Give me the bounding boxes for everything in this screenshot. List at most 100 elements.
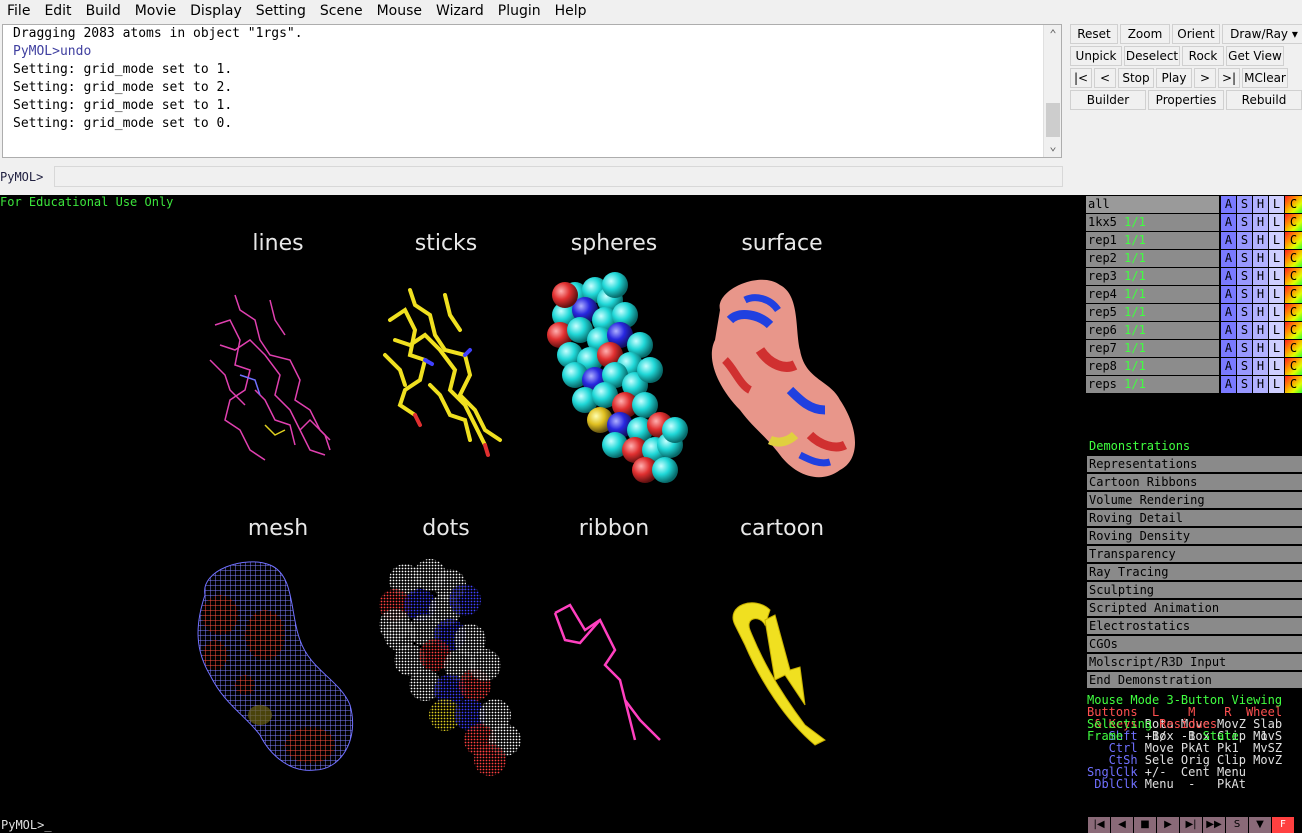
demo-item[interactable]: Molscript/R3D Input <box>1087 654 1302 670</box>
demo-item[interactable]: Roving Density <box>1087 528 1302 544</box>
command-input[interactable] <box>54 166 1063 187</box>
object-name[interactable]: rep8 1/1 <box>1086 358 1219 375</box>
object-h-button[interactable]: H <box>1253 322 1268 339</box>
object-c-button[interactable]: C <box>1285 214 1302 231</box>
menu-display[interactable]: Display <box>183 0 249 22</box>
object-s-button[interactable]: S <box>1237 358 1252 375</box>
object-name[interactable]: rep1 1/1 <box>1086 232 1219 249</box>
menu-plugin[interactable]: Plugin <box>491 0 548 22</box>
menu-help[interactable]: Help <box>548 0 594 22</box>
object-row-rep5[interactable]: rep5 1/1 A S H L C <box>1086 304 1302 321</box>
transport-button[interactable]: ◀ <box>1111 817 1133 833</box>
object-h-button[interactable]: H <box>1253 340 1268 357</box>
object-name[interactable]: rep7 1/1 <box>1086 340 1219 357</box>
button-row3-4[interactable]: > <box>1194 68 1216 88</box>
object-a-button[interactable]: A <box>1221 286 1236 303</box>
object-row-rep3[interactable]: rep3 1/1 A S H L C <box>1086 268 1302 285</box>
object-a-button[interactable]: A <box>1221 340 1236 357</box>
object-s-button[interactable]: S <box>1237 304 1252 321</box>
demo-item[interactable]: Roving Detail <box>1087 510 1302 526</box>
button-row2-2[interactable]: Rock <box>1182 46 1224 66</box>
object-row-rep2[interactable]: rep2 1/1 A S H L C <box>1086 250 1302 267</box>
object-row-rep6[interactable]: rep6 1/1 A S H L C <box>1086 322 1302 339</box>
object-name[interactable]: reps 1/1 <box>1086 376 1219 393</box>
object-h-button[interactable]: H <box>1253 214 1268 231</box>
object-h-button[interactable]: H <box>1253 286 1268 303</box>
transport-button[interactable]: ■ <box>1134 817 1156 833</box>
object-row-1kx5[interactable]: 1kx5 1/1 A S H L C <box>1086 214 1302 231</box>
object-s-button[interactable]: S <box>1237 322 1252 339</box>
object-h-button[interactable]: H <box>1253 196 1268 213</box>
object-h-button[interactable]: H <box>1253 376 1268 393</box>
object-name[interactable]: rep5 1/1 <box>1086 304 1219 321</box>
button-row1-0[interactable]: Reset <box>1070 24 1118 44</box>
object-l-button[interactable]: L <box>1269 376 1284 393</box>
object-s-button[interactable]: S <box>1237 250 1252 267</box>
object-a-button[interactable]: A <box>1221 376 1236 393</box>
object-c-button[interactable]: C <box>1285 376 1302 393</box>
demo-item[interactable]: Volume Rendering <box>1087 492 1302 508</box>
object-h-button[interactable]: H <box>1253 358 1268 375</box>
transport-button[interactable]: ▶▶ <box>1203 817 1225 833</box>
object-l-button[interactable]: L <box>1269 250 1284 267</box>
menu-file[interactable]: File <box>0 0 37 22</box>
demo-item[interactable]: Transparency <box>1087 546 1302 562</box>
transport-button[interactable]: ▼ <box>1249 817 1271 833</box>
button-row3-6[interactable]: MClear <box>1242 68 1288 88</box>
object-s-button[interactable]: S <box>1237 376 1252 393</box>
demo-item[interactable]: Scripted Animation <box>1087 600 1302 616</box>
object-row-all[interactable]: all ASHLC <box>1086 196 1302 213</box>
scroll-down-icon[interactable]: ⌄ <box>1044 137 1062 155</box>
scroll-up-icon[interactable]: ⌃ <box>1044 25 1062 43</box>
object-c-button[interactable]: C <box>1285 358 1302 375</box>
object-name[interactable]: rep4 1/1 <box>1086 286 1219 303</box>
button-row2-3[interactable]: Get View <box>1226 46 1284 66</box>
bottom-command-line[interactable]: PyMOL>_ <box>0 817 1085 833</box>
button-row1-3[interactable]: Draw/Ray ▾ <box>1222 24 1302 44</box>
demo-item[interactable]: CGOs <box>1087 636 1302 652</box>
menu-build[interactable]: Build <box>79 0 128 22</box>
object-name[interactable]: rep3 1/1 <box>1086 268 1219 285</box>
object-l-button[interactable]: L <box>1269 304 1284 321</box>
demo-item[interactable]: Sculpting <box>1087 582 1302 598</box>
object-l-button[interactable]: L <box>1269 358 1284 375</box>
object-c-button[interactable]: C <box>1285 268 1302 285</box>
object-c-button[interactable]: C <box>1285 304 1302 321</box>
button-row4-0[interactable]: Builder <box>1070 90 1146 110</box>
object-l-button[interactable]: L <box>1269 268 1284 285</box>
object-name[interactable]: rep2 1/1 <box>1086 250 1219 267</box>
object-s-button[interactable]: S <box>1237 196 1252 213</box>
object-row-rep1[interactable]: rep1 1/1 A S H L C <box>1086 232 1302 249</box>
button-row3-5[interactable]: >| <box>1218 68 1240 88</box>
object-c-button[interactable]: C <box>1285 232 1302 249</box>
object-h-button[interactable]: H <box>1253 304 1268 321</box>
demo-item[interactable]: Cartoon Ribbons <box>1087 474 1302 490</box>
object-h-button[interactable]: H <box>1253 232 1268 249</box>
transport-button[interactable]: S <box>1226 817 1248 833</box>
transport-button[interactable]: |◀ <box>1088 817 1110 833</box>
scroll-thumb[interactable] <box>1046 103 1060 137</box>
button-row2-1[interactable]: Deselect <box>1124 46 1180 66</box>
object-c-button[interactable]: C <box>1285 322 1302 339</box>
object-l-button[interactable]: L <box>1269 286 1284 303</box>
button-row4-2[interactable]: Rebuild <box>1226 90 1302 110</box>
menu-movie[interactable]: Movie <box>128 0 183 22</box>
transport-button[interactable]: F <box>1272 817 1294 833</box>
object-s-button[interactable]: S <box>1237 286 1252 303</box>
object-row-rep7[interactable]: rep7 1/1 A S H L C <box>1086 340 1302 357</box>
button-row1-2[interactable]: Orient <box>1172 24 1220 44</box>
object-l-button[interactable]: L <box>1269 214 1284 231</box>
transport-button[interactable]: ▶| <box>1180 817 1202 833</box>
button-row2-0[interactable]: Unpick <box>1070 46 1122 66</box>
object-l-button[interactable]: L <box>1269 196 1284 213</box>
object-name[interactable]: 1kx5 1/1 <box>1086 214 1219 231</box>
object-a-button[interactable]: A <box>1221 358 1236 375</box>
menu-wizard[interactable]: Wizard <box>429 0 491 22</box>
menu-scene[interactable]: Scene <box>313 0 370 22</box>
object-a-button[interactable]: A <box>1221 232 1236 249</box>
object-l-button[interactable]: L <box>1269 322 1284 339</box>
menu-setting[interactable]: Setting <box>249 0 313 22</box>
menu-mouse[interactable]: Mouse <box>370 0 429 22</box>
object-s-button[interactable]: S <box>1237 268 1252 285</box>
molecule-viewport[interactable]: For Educational Use Only lines sticks sp… <box>0 195 1085 817</box>
